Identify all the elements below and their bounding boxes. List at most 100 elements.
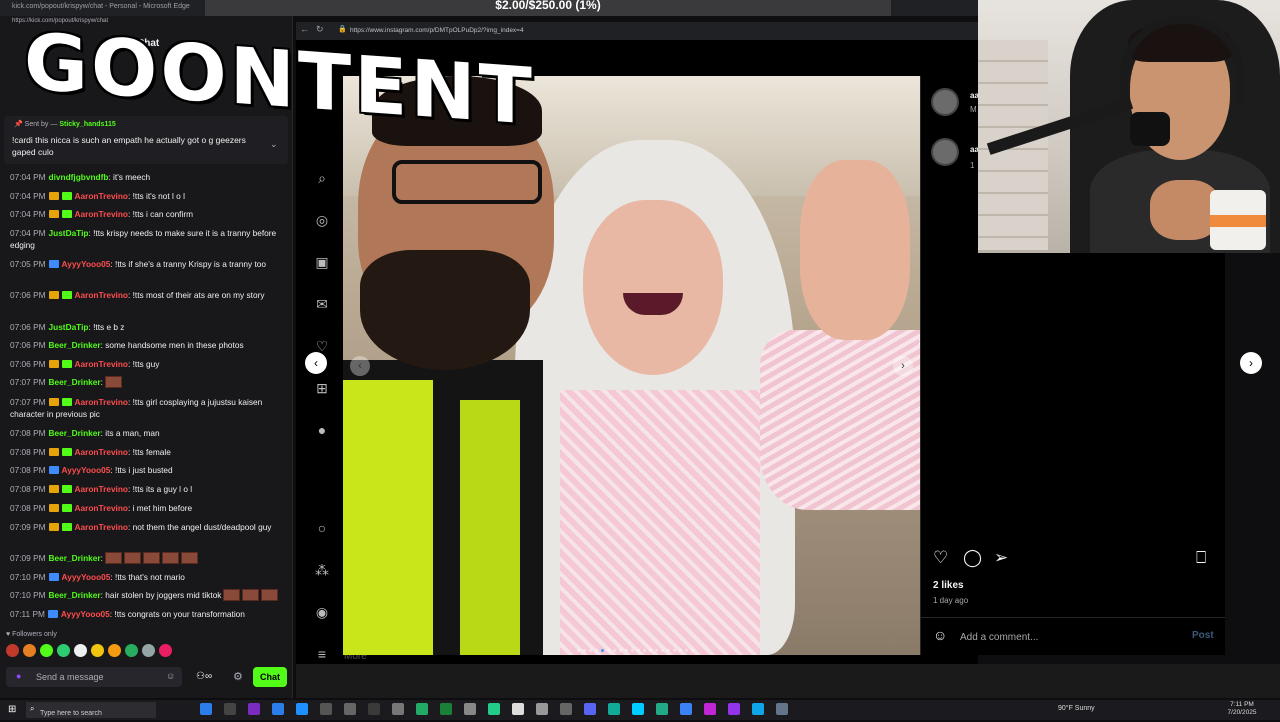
- app-icon[interactable]: [704, 703, 716, 715]
- blue-badge-icon: [48, 466, 59, 474]
- steam-icon[interactable]: [320, 703, 332, 715]
- message-username[interactable]: AyyyYooo05: [62, 572, 111, 582]
- message-username[interactable]: AaronTrevino: [75, 290, 128, 300]
- app-icon[interactable]: [536, 703, 548, 715]
- emote-icon[interactable]: [74, 644, 87, 657]
- threads-icon[interactable]: ○: [312, 520, 332, 536]
- chat-message: 07:06 PM AaronTrevino: !tts most of their…: [10, 289, 286, 301]
- chat-users-icon[interactable]: ⚇∞: [196, 671, 212, 682]
- message-username[interactable]: AyyyYooo05: [62, 259, 111, 269]
- emote-icon[interactable]: [23, 644, 36, 657]
- windows-start-icon[interactable]: ⊞: [8, 704, 16, 715]
- menu-icon[interactable]: ≡: [312, 646, 332, 662]
- app-icon[interactable]: [728, 703, 740, 715]
- edge-icon[interactable]: [200, 703, 212, 715]
- message-username[interactable]: AyyyYooo05: [61, 609, 110, 619]
- next-post-button[interactable]: ›: [1240, 352, 1262, 374]
- bookmark-icon[interactable]: ⎕: [1196, 548, 1206, 568]
- reels-icon[interactable]: ▣: [312, 254, 332, 271]
- app-icon[interactable]: [488, 703, 500, 715]
- chevron-down-icon[interactable]: ⌄: [270, 139, 278, 150]
- avatar[interactable]: [931, 138, 959, 166]
- github-icon[interactable]: [512, 703, 524, 715]
- taskbar-clock[interactable]: 7:11 PM 7/20/2025: [1222, 701, 1262, 717]
- previous-post-button[interactable]: ‹: [305, 352, 327, 374]
- emote-icon[interactable]: [159, 644, 172, 657]
- explore-icon[interactable]: ◎: [312, 212, 332, 229]
- app-icon[interactable]: [224, 703, 236, 715]
- discord-icon[interactable]: [584, 703, 596, 715]
- chat-message: 07:06 PM JustDaTip: !tts e b z: [10, 321, 286, 333]
- emote-icon[interactable]: [40, 644, 53, 657]
- gear-icon[interactable]: ⚙: [233, 670, 243, 683]
- emote-picker-icon[interactable]: ☺: [166, 671, 175, 681]
- message-username[interactable]: JustDaTip: [49, 322, 89, 332]
- chat-message: 07:08 PM AaronTrevino: !tts its a guy l o…: [10, 483, 286, 495]
- messages-icon[interactable]: ✉: [312, 296, 332, 313]
- message-username[interactable]: Beer_Drinker: [49, 553, 101, 563]
- profile-icon[interactable]: ●: [312, 422, 332, 438]
- chat-send-button[interactable]: Chat: [253, 667, 287, 687]
- message-username[interactable]: AaronTrevino: [75, 209, 128, 219]
- comment-icon[interactable]: ◯: [963, 548, 982, 568]
- app-icon[interactable]: [776, 703, 788, 715]
- chat-message: 07:04 PM AaronTrevino: !tts it's not l o …: [10, 190, 286, 202]
- app-icon[interactable]: [680, 703, 692, 715]
- app-icon[interactable]: [656, 703, 668, 715]
- taskbar-search-input[interactable]: [26, 705, 156, 722]
- message-username[interactable]: AaronTrevino: [75, 522, 128, 532]
- emote-icon[interactable]: [91, 644, 104, 657]
- emote-icon[interactable]: [57, 644, 70, 657]
- message-username[interactable]: AaronTrevino: [75, 484, 128, 494]
- app-icon[interactable]: [296, 703, 308, 715]
- message-username[interactable]: Beer_Drinker: [49, 428, 101, 438]
- green-badge-icon: [61, 504, 72, 512]
- weather-widget[interactable]: 90°F Sunny: [1058, 705, 1095, 712]
- message-username[interactable]: JustDaTip: [49, 228, 89, 238]
- message-username[interactable]: AaronTrevino: [75, 191, 128, 201]
- message-text: : !tts i can confirm: [128, 209, 194, 219]
- emote-icon[interactable]: [125, 644, 138, 657]
- avatar[interactable]: [931, 88, 959, 116]
- carousel-prev-button[interactable]: ‹: [350, 356, 370, 376]
- app-icon[interactable]: [248, 703, 260, 715]
- message-username[interactable]: divndfjgbvndfb: [49, 172, 109, 182]
- post-comment-button[interactable]: Post: [1192, 630, 1214, 641]
- app-icon[interactable]: [416, 703, 428, 715]
- create-icon[interactable]: ⊞: [312, 380, 332, 397]
- app-icon[interactable]: [560, 703, 572, 715]
- app-icon[interactable]: [272, 703, 284, 715]
- app-icon[interactable]: [752, 703, 764, 715]
- emote-icon[interactable]: [6, 644, 19, 657]
- search-icon[interactable]: ⌕: [312, 170, 332, 187]
- app-icon[interactable]: [464, 703, 476, 715]
- app-icon[interactable]: [392, 703, 404, 715]
- heart-icon[interactable]: ♡: [933, 548, 948, 568]
- emoji-icon[interactable]: ☺: [933, 627, 947, 643]
- carousel-next-button[interactable]: ›: [893, 356, 913, 376]
- message-username[interactable]: AyyyYooo05: [62, 465, 111, 475]
- message-username[interactable]: AaronTrevino: [75, 397, 128, 407]
- message-username[interactable]: Beer_Drinker: [49, 377, 101, 387]
- app-icon[interactable]: [344, 703, 356, 715]
- comment-input[interactable]: [960, 628, 1180, 647]
- message-timestamp: 07:08 PM: [10, 484, 46, 494]
- message-username[interactable]: AaronTrevino: [75, 503, 128, 513]
- app-icon[interactable]: [440, 703, 452, 715]
- likes-count[interactable]: 2 likes: [933, 580, 964, 591]
- mic-icon[interactable]: ●: [16, 671, 21, 681]
- message-timestamp: 07:04 PM: [10, 172, 46, 182]
- share-icon[interactable]: ➢: [994, 548, 1008, 568]
- app-icon[interactable]: [608, 703, 620, 715]
- apps-icon[interactable]: ⁂: [312, 562, 332, 579]
- emote-icon[interactable]: [108, 644, 121, 657]
- message-username[interactable]: AaronTrevino: [75, 447, 128, 457]
- message-username[interactable]: Beer_Drinker: [49, 340, 101, 350]
- app-icon[interactable]: [632, 703, 644, 715]
- notifications-icon[interactable]: ◉: [312, 604, 332, 621]
- message-username[interactable]: AaronTrevino: [75, 359, 128, 369]
- chat-message-input[interactable]: [6, 667, 182, 687]
- emote-icon[interactable]: [142, 644, 155, 657]
- message-username[interactable]: Beer_Drinker: [49, 590, 101, 600]
- app-icon[interactable]: [368, 703, 380, 715]
